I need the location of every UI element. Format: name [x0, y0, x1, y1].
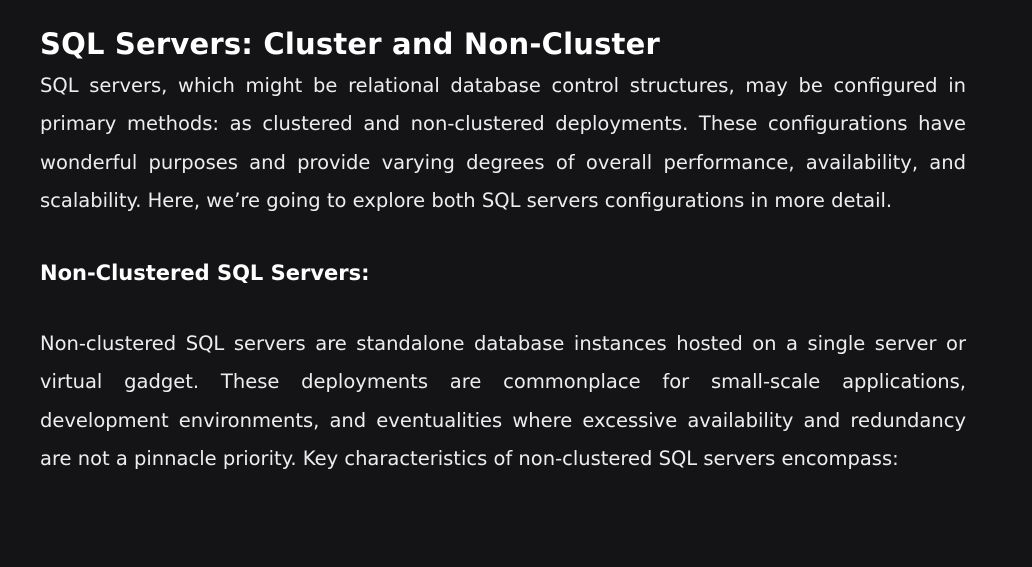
section-heading: Non-Clustered SQL Servers:	[40, 261, 370, 286]
section-paragraph: Non-clustered SQL servers are standalone…	[40, 332, 966, 471]
article-title: SQL Servers: Cluster and Non-Cluster	[40, 27, 660, 61]
intro-paragraph: SQL servers, which might be relational d…	[40, 74, 966, 212]
article-content: SQL Servers: Cluster and Non-Cluster SQL…	[40, 24, 966, 478]
